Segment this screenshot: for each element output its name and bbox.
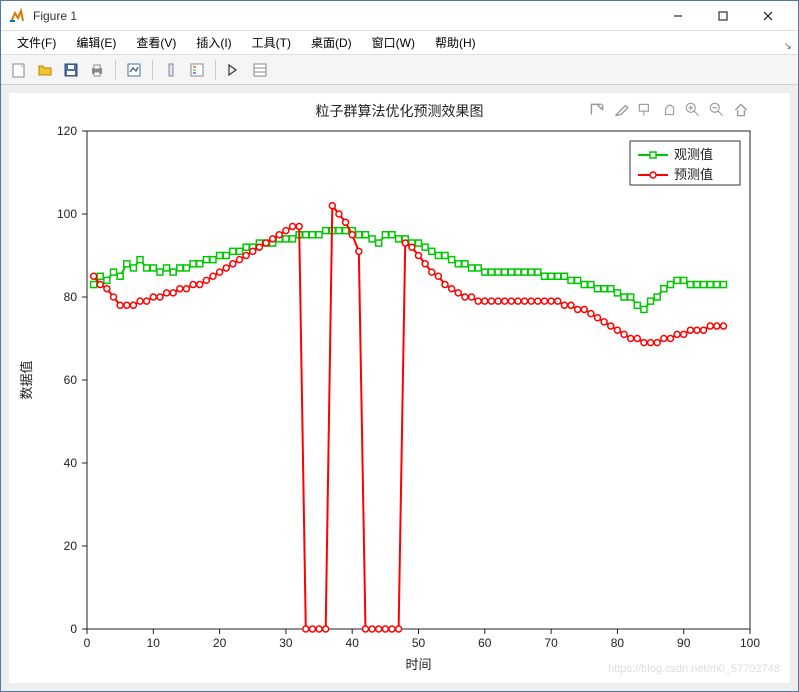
menu-tools[interactable]: 工具(T) <box>244 32 299 53</box>
svg-text:80: 80 <box>64 290 78 304</box>
svg-text:120: 120 <box>57 124 77 138</box>
toolbar <box>1 55 798 85</box>
figure-window: Figure 1 文件(F) 编辑(E) 查看(V) 插入(I) 工具(T) 桌… <box>0 0 799 692</box>
menu-desktop[interactable]: 桌面(D) <box>303 32 360 53</box>
svg-text:40: 40 <box>64 456 78 470</box>
maximize-button[interactable] <box>700 2 745 30</box>
toolbar-separator <box>215 60 216 80</box>
svg-text:60: 60 <box>64 373 78 387</box>
svg-text:20: 20 <box>64 539 78 553</box>
svg-text:90: 90 <box>677 636 691 650</box>
toolbar-separator <box>152 60 153 80</box>
close-button[interactable] <box>745 2 790 30</box>
window-title: Figure 1 <box>33 9 655 23</box>
svg-text:10: 10 <box>147 636 161 650</box>
save-button[interactable] <box>59 58 83 82</box>
titlebar: Figure 1 <box>1 1 798 31</box>
svg-text:70: 70 <box>544 636 558 650</box>
insert-colorbar-button[interactable] <box>159 58 183 82</box>
link-plot-button[interactable] <box>122 58 146 82</box>
svg-text:30: 30 <box>279 636 293 650</box>
svg-text:100: 100 <box>57 207 77 221</box>
svg-text:0: 0 <box>84 636 91 650</box>
figure-canvas[interactable]: 粒子群算法优化预测效果图 010203040506070809010002040… <box>9 93 790 683</box>
menu-insert[interactable]: 插入(I) <box>188 32 239 53</box>
menubar: 文件(F) 编辑(E) 查看(V) 插入(I) 工具(T) 桌面(D) 窗口(W… <box>1 31 798 55</box>
svg-text:数据值: 数据值 <box>19 360 34 399</box>
figure-area: 粒子群算法优化预测效果图 010203040506070809010002040… <box>1 85 798 691</box>
svg-text:观测值: 观测值 <box>674 147 713 162</box>
svg-text:100: 100 <box>740 636 760 650</box>
menu-edit[interactable]: 编辑(E) <box>68 32 124 53</box>
menu-window[interactable]: 窗口(W) <box>364 32 423 53</box>
svg-text:40: 40 <box>346 636 360 650</box>
svg-text:60: 60 <box>478 636 492 650</box>
svg-text:20: 20 <box>213 636 227 650</box>
insert-legend-button[interactable] <box>185 58 209 82</box>
svg-text:时间: 时间 <box>405 657 431 672</box>
menu-help[interactable]: 帮助(H) <box>427 32 484 53</box>
toolbar-separator <box>115 60 116 80</box>
menu-view[interactable]: 查看(V) <box>128 32 184 53</box>
matlab-icon <box>9 8 25 24</box>
menu-corner-icon[interactable]: ↘ <box>784 41 792 52</box>
open-button[interactable] <box>33 58 57 82</box>
plot-area[interactable]: 0 10 20 30 40 50 60 70 80 90 100 0 20 40 60 80 100 120 时间 数… <box>9 93 790 683</box>
new-figure-button[interactable] <box>7 58 31 82</box>
edit-plot-button[interactable] <box>222 58 246 82</box>
svg-text:0: 0 <box>70 622 77 636</box>
svg-text:预测值: 预测值 <box>674 167 713 182</box>
menu-file[interactable]: 文件(F) <box>9 32 64 53</box>
open-property-inspector-button[interactable] <box>248 58 272 82</box>
svg-text:50: 50 <box>412 636 426 650</box>
minimize-button[interactable] <box>655 2 700 30</box>
print-button[interactable] <box>85 58 109 82</box>
svg-text:80: 80 <box>611 636 625 650</box>
